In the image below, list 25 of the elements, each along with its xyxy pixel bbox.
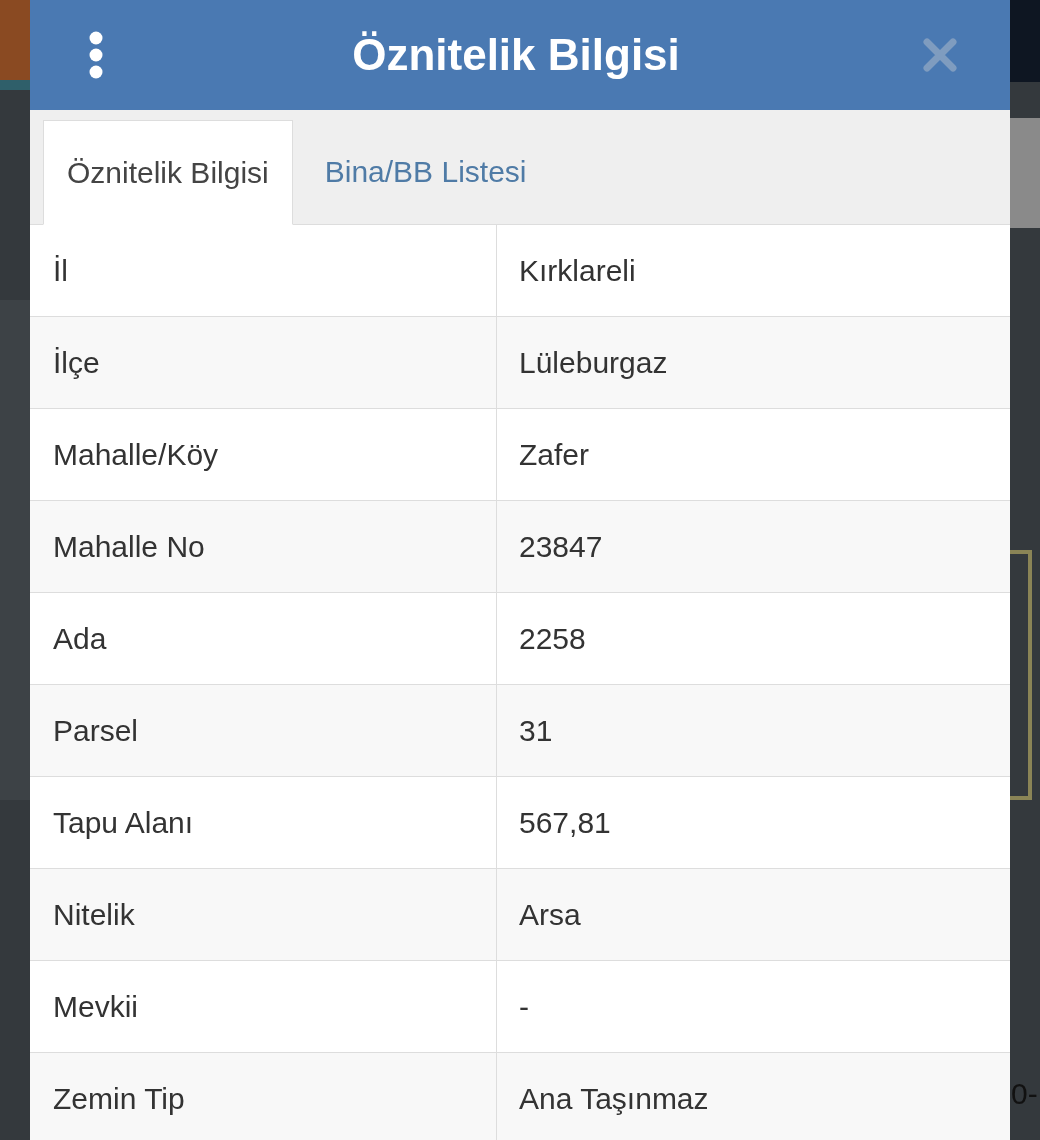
- dialog-title: Öznitelik Bilgisi: [351, 29, 681, 81]
- attribute-label: Ada: [30, 593, 497, 684]
- attribute-label: Tapu Alanı: [30, 777, 497, 868]
- attribute-label: Mahalle No: [30, 501, 497, 592]
- kebab-menu-icon: [88, 31, 104, 79]
- attribute-label: İlçe: [30, 317, 497, 408]
- attribute-value: 31: [518, 713, 554, 749]
- attribute-value: Arsa: [518, 897, 582, 933]
- tab[interactable]: Öznitelik Bilgisi: [43, 120, 293, 225]
- close-icon: [922, 37, 958, 73]
- attribute-value: 2258: [518, 621, 587, 657]
- attribute-value: 23847: [518, 529, 604, 565]
- attribute-label: Zemin Tip: [30, 1053, 497, 1140]
- attribute-value: 567,81: [518, 805, 612, 841]
- attribute-value: Kırklareli: [518, 253, 637, 289]
- attribute-value: Lüleburgaz: [518, 345, 669, 381]
- attribute-label: İl: [30, 225, 497, 316]
- attribute-label: Nitelik: [30, 869, 497, 960]
- attribute-label: Parsel: [30, 685, 497, 776]
- attribute-label: Mahalle/Köy: [30, 409, 497, 500]
- attribute-value: Zafer: [518, 437, 591, 473]
- attribute-label: Mevkii: [30, 961, 497, 1052]
- attribute-value: Ana Taşınmaz: [518, 1081, 710, 1117]
- tab[interactable]: Bina/BB Listesi: [292, 119, 559, 224]
- attribute-value: -: [518, 989, 530, 1025]
